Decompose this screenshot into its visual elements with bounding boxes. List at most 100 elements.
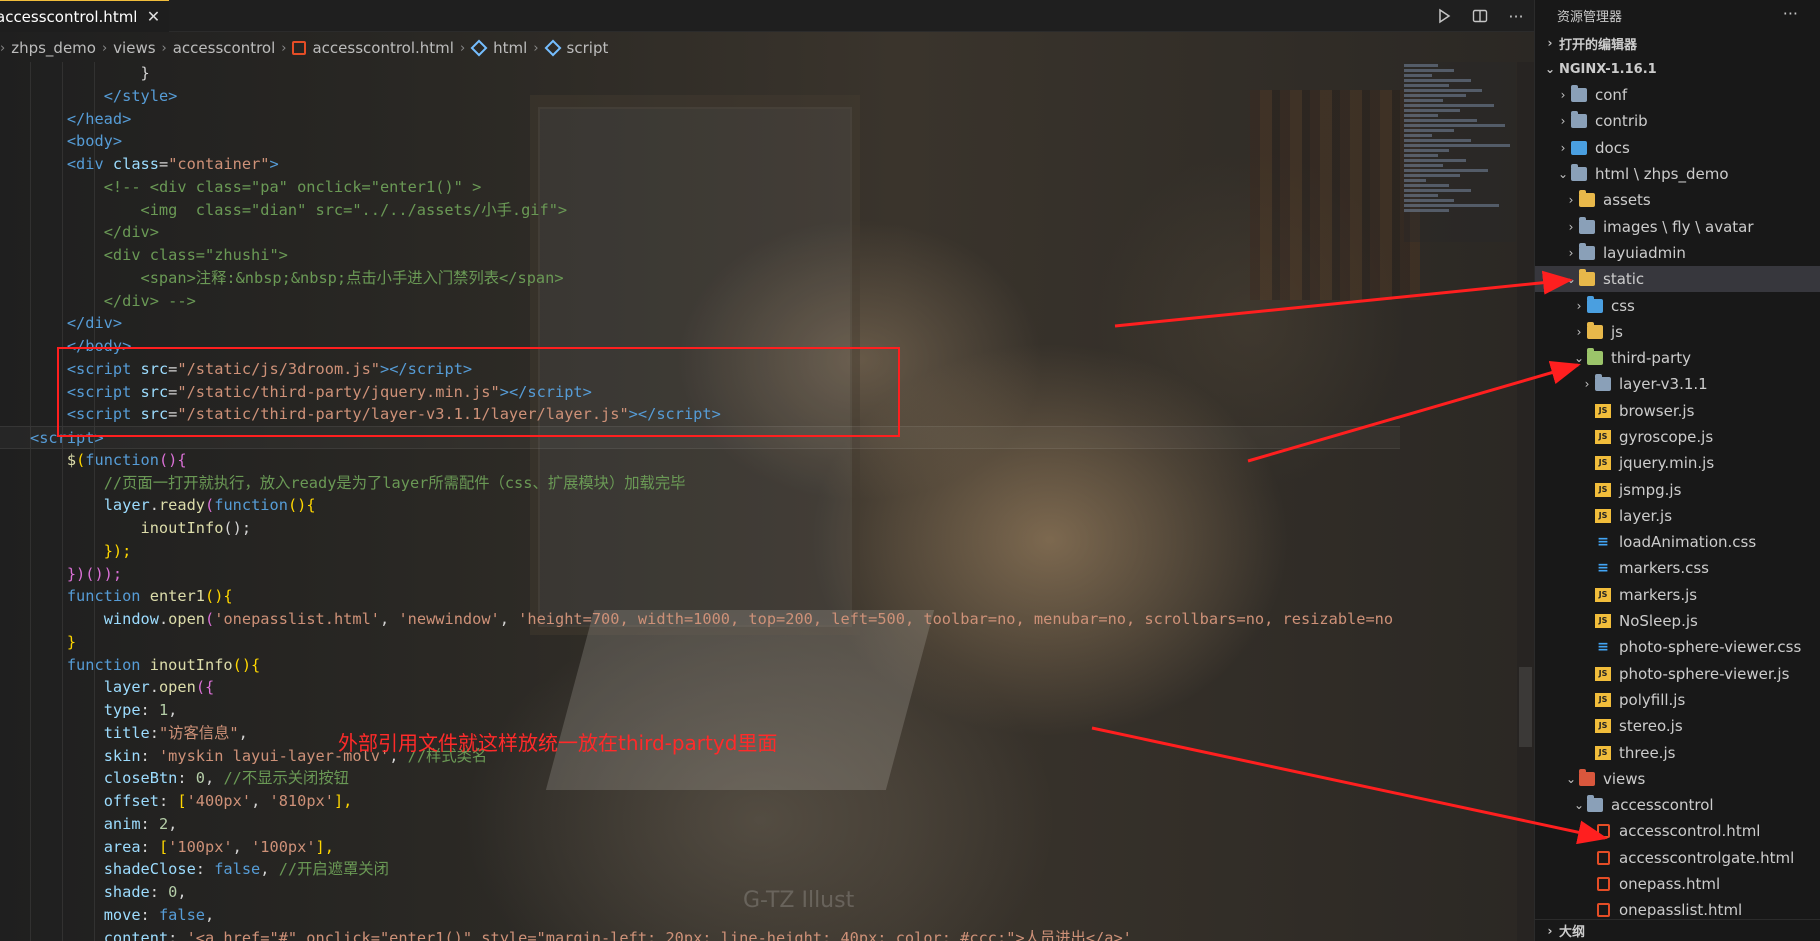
tree-item[interactable]: ⌄ static: [1535, 266, 1820, 293]
tree-item[interactable]: JS browser.js: [1535, 398, 1820, 424]
breadcrumb-item[interactable]: html: [493, 39, 527, 57]
code-line[interactable]: <img class="dian" src="../../assets/小手.g…: [0, 198, 1400, 222]
more-actions-icon[interactable]: ···: [1783, 4, 1798, 23]
code-line[interactable]: content: '<a href="#" onclick="enter1()"…: [0, 926, 1400, 941]
close-icon[interactable]: ✕: [145, 7, 161, 26]
code-line[interactable]: });: [0, 539, 1400, 563]
code-line[interactable]: <body>: [0, 130, 1400, 153]
indent-guide: [62, 427, 63, 448]
code-line[interactable]: })());: [0, 562, 1400, 586]
code-line[interactable]: function enter1(){: [0, 585, 1400, 608]
code-line[interactable]: window.open('onepasslist.html', 'newwind…: [0, 608, 1400, 631]
code-line[interactable]: </div> -->: [0, 289, 1400, 313]
tree-item-label: accesscontrolgate.html: [1619, 848, 1795, 867]
code-line[interactable]: <script src="/static/third-party/layer-v…: [0, 403, 1400, 426]
open-editors-section[interactable]: › 打开的编辑器: [1535, 30, 1820, 56]
code-token: ,: [232, 837, 252, 856]
tree-item[interactable]: › js: [1535, 319, 1820, 345]
code-line[interactable]: offset: ['400px', '810px'],: [0, 790, 1400, 813]
tree-item[interactable]: › contrib: [1535, 108, 1820, 134]
code-line[interactable]: </body>: [0, 335, 1400, 358]
editor-area[interactable]: G-TZ Illust accesscontrol.html ✕ ··· › z…: [0, 0, 1534, 941]
tree-item[interactable]: › css: [1535, 292, 1820, 318]
tree-item[interactable]: JS jsmpg.js: [1535, 476, 1820, 502]
tree-item[interactable]: JS layer.js: [1535, 503, 1820, 529]
code-line[interactable]: <script src="/static/third-party/jquery.…: [0, 380, 1400, 404]
tree-item[interactable]: ⌄ html \ zhps_demo: [1535, 161, 1820, 187]
code-line[interactable]: layer.ready(function(){: [0, 494, 1400, 517]
tree-item[interactable]: JS photo-sphere-viewer.js: [1535, 661, 1820, 687]
tree-item[interactable]: accesscontrolgate.html: [1535, 845, 1820, 871]
tree-item-label: images \ fly \ avatar: [1603, 217, 1754, 236]
code-line[interactable]: move: false,: [0, 903, 1400, 927]
breadcrumb-item[interactable]: zhps_demo: [11, 39, 96, 57]
code-line[interactable]: }: [0, 62, 1400, 85]
tree-item[interactable]: › conf: [1535, 82, 1820, 108]
run-icon[interactable]: [1426, 0, 1462, 32]
vertical-scrollbar[interactable]: [1517, 62, 1534, 941]
code-line[interactable]: <div class="container">: [0, 153, 1400, 176]
code-line[interactable]: <div class="zhushi">: [0, 244, 1400, 267]
code-line[interactable]: type: 1,: [0, 699, 1400, 722]
tree-item[interactable]: onepass.html: [1535, 871, 1820, 897]
code-line[interactable]: inoutInfo();: [0, 517, 1400, 540]
tree-item[interactable]: JS markers.js: [1535, 582, 1820, 608]
tree-item[interactable]: › docs: [1535, 135, 1820, 161]
tree-item[interactable]: › images \ fly \ avatar: [1535, 213, 1820, 239]
breadcrumb-item[interactable]: script: [567, 39, 609, 57]
code-line[interactable]: }: [0, 630, 1400, 654]
tree-item[interactable]: JS gyroscope.js: [1535, 424, 1820, 450]
more-actions-icon[interactable]: ···: [1498, 0, 1534, 32]
code-editor[interactable]: } </style> </head> <body> <div class="co…: [0, 62, 1400, 941]
tree-item[interactable]: ≡ photo-sphere-viewer.css: [1535, 634, 1820, 660]
annotation-text: 外部引用文件就这样放统一放在third-partyd里面: [338, 731, 778, 755]
chevron-right-icon: ›: [1568, 193, 1574, 208]
code-line[interactable]: area: ['100px', '100px'],: [0, 835, 1400, 859]
tree-item[interactable]: ⌄ third-party: [1535, 345, 1820, 371]
breadcrumb-item[interactable]: accesscontrol: [173, 39, 276, 57]
code-line[interactable]: //页面一打开就执行，放入ready是为了layer所需配件（css、扩展模块）…: [0, 471, 1400, 495]
tree-item[interactable]: accesscontrol.html: [1535, 818, 1820, 844]
tree-item[interactable]: ⌄ accesscontrol: [1535, 792, 1820, 818]
scrollbar-thumb[interactable]: [1519, 667, 1532, 747]
tree-item[interactable]: ≡ loadAnimation.css: [1535, 529, 1820, 555]
code-line[interactable]: <!-- <div class="pa" onclick="enter1()" …: [0, 175, 1400, 199]
code-line[interactable]: closeBtn: 0, //不显示关闭按钮: [0, 767, 1400, 790]
code-line[interactable]: shadeClose: false, //开启遮罩关闭: [0, 858, 1400, 881]
tree-item[interactable]: › layuiadmin: [1535, 240, 1820, 266]
code-line[interactable]: <script>: [0, 426, 1400, 449]
tree-item[interactable]: JS three.js: [1535, 739, 1820, 765]
code-line[interactable]: layer.open({: [0, 676, 1400, 699]
code-line[interactable]: function inoutInfo(){: [0, 653, 1400, 677]
tree-item[interactable]: › layer-v3.1.1: [1535, 371, 1820, 397]
code-line[interactable]: anim: 2,: [0, 812, 1400, 836]
breadcrumb-item[interactable]: views: [113, 39, 155, 57]
code-line[interactable]: <script src="/static/js/3droom.js"></scr…: [0, 357, 1400, 381]
code-line[interactable]: <span>注释:&nbsp;&nbsp;点击小手进入门禁列表</span>: [0, 266, 1400, 290]
tree-item[interactable]: JS polyfill.js: [1535, 687, 1820, 713]
code-line[interactable]: $(function(){: [0, 448, 1400, 472]
tree-item[interactable]: JS stereo.js: [1535, 713, 1820, 739]
tree-item[interactable]: JS jquery.min.js: [1535, 450, 1820, 476]
indent-guide: [94, 539, 95, 563]
code-line[interactable]: shade: 0,: [0, 881, 1400, 904]
code-line[interactable]: </div>: [0, 312, 1400, 335]
code-line[interactable]: </style>: [0, 84, 1400, 108]
indent-guide: [30, 427, 31, 448]
workspace-root-section[interactable]: ⌄ NGINX-1.16.1: [1535, 56, 1820, 82]
tab-accesscontrol-html[interactable]: accesscontrol.html ✕: [0, 0, 170, 32]
tree-item[interactable]: JS NoSleep.js: [1535, 608, 1820, 634]
code-line[interactable]: </head>: [0, 107, 1400, 131]
split-editor-icon[interactable]: [1462, 0, 1498, 32]
tree-item[interactable]: › assets: [1535, 187, 1820, 213]
indent-guide: [30, 767, 31, 790]
minimap[interactable]: [1404, 62, 1516, 242]
code-token: offset: [103, 792, 159, 810]
tree-item[interactable]: ⌄ views: [1535, 766, 1820, 792]
outline-section[interactable]: › 大纲: [1535, 919, 1820, 941]
code-line[interactable]: </div>: [0, 221, 1400, 244]
code-token: ,: [177, 883, 187, 901]
tree-item[interactable]: ≡ markers.css: [1535, 555, 1820, 581]
breadcrumb-item[interactable]: accesscontrol.html: [312, 39, 453, 57]
